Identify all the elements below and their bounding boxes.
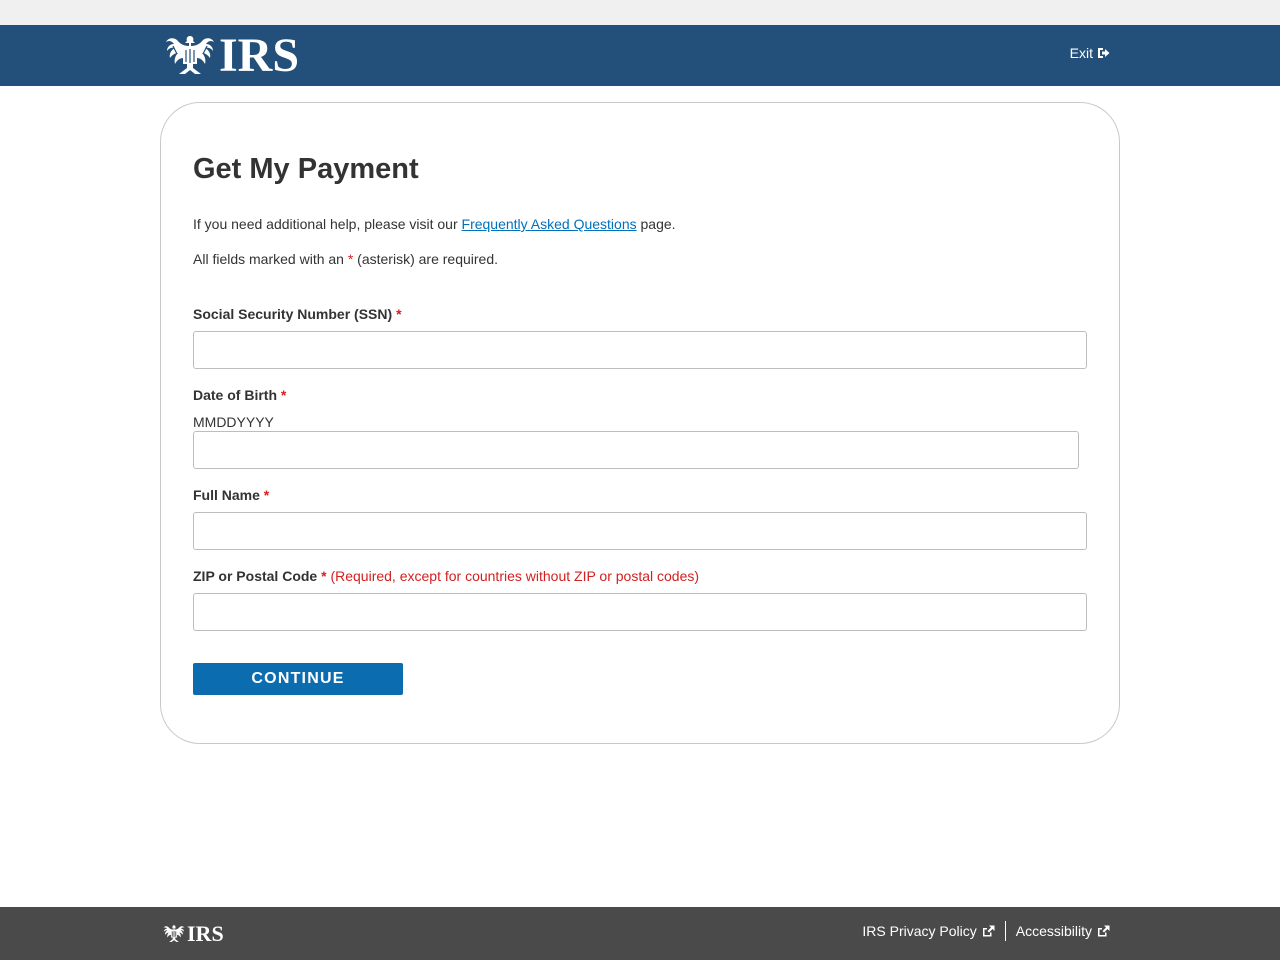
irs-logo[interactable]: IRS: [165, 29, 300, 82]
irs-eagle-icon: [166, 36, 214, 74]
ssn-label-text: Social Security Number (SSN): [193, 306, 393, 322]
zip-required-asterisk: *: [321, 568, 327, 584]
faq-link[interactable]: Frequently Asked Questions: [462, 216, 637, 232]
ssn-label: Social Security Number (SSN) *: [193, 306, 402, 322]
required-prefix: All fields marked with an: [193, 251, 348, 267]
dob-format-hint: MMDDYYYY: [193, 414, 274, 430]
full-name-label: Full Name *: [193, 487, 269, 503]
required-fields-note: All fields marked with an * (asterisk) a…: [193, 251, 498, 267]
full-name-label-text: Full Name: [193, 487, 260, 503]
zip-required-note: (Required, except for countries without …: [330, 568, 700, 584]
sign-out-icon: [1098, 48, 1110, 58]
privacy-policy-label: IRS Privacy Policy: [862, 923, 977, 939]
full-name-required-asterisk: *: [263, 487, 270, 503]
ssn-input[interactable]: [193, 331, 1087, 369]
required-suffix: (asterisk) are required.: [353, 251, 499, 267]
external-link-icon: [982, 925, 995, 937]
site-header: IRS Exit: [0, 25, 1280, 86]
ssn-required-asterisk: *: [396, 306, 402, 322]
payment-form-card: Get My Payment If you need additional he…: [160, 102, 1120, 744]
zip-label: ZIP or Postal Code * (Required, except f…: [193, 568, 699, 584]
exit-link[interactable]: Exit: [1070, 45, 1110, 61]
page: IRS Exit Get My Payment If you need addi…: [0, 0, 1280, 960]
footer-logo-text: IRS: [187, 921, 224, 946]
dob-input[interactable]: [193, 431, 1079, 469]
irs-logo-text: IRS: [219, 29, 300, 82]
zip-label-text: ZIP or Postal Code: [193, 568, 318, 584]
site-footer: IRS IRS Privacy Policy Accessibility: [0, 907, 1280, 960]
dob-label: Date of Birth *: [193, 387, 286, 403]
accessibility-label: Accessibility: [1015, 923, 1092, 939]
help-text: If you need additional help, please visi…: [193, 216, 676, 232]
dob-required-asterisk: *: [280, 387, 287, 403]
irs-eagle-icon: [163, 925, 185, 942]
footer-irs-logo[interactable]: IRS: [163, 923, 224, 945]
external-link-icon: [1098, 925, 1110, 937]
footer-links: IRS Privacy Policy Accessibility: [862, 921, 1110, 941]
help-suffix: page.: [636, 216, 676, 232]
full-name-input[interactable]: [193, 512, 1087, 550]
exit-label: Exit: [1069, 45, 1093, 61]
page-title: Get My Payment: [193, 153, 419, 185]
privacy-policy-link[interactable]: IRS Privacy Policy: [862, 923, 995, 939]
dob-label-text: Date of Birth: [193, 387, 277, 403]
zip-input[interactable]: [193, 593, 1087, 631]
accessibility-link[interactable]: Accessibility: [1016, 923, 1110, 939]
help-prefix: If you need additional help, please visi…: [193, 216, 462, 232]
footer-divider: [1004, 921, 1006, 941]
continue-button[interactable]: CONTINUE: [193, 663, 403, 695]
browser-top-strip: [0, 0, 1280, 25]
